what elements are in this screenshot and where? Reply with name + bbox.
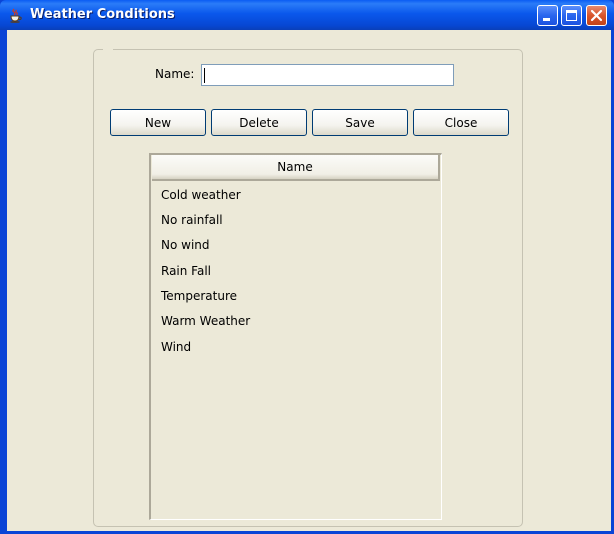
list-item[interactable]: No rainfall bbox=[161, 213, 223, 227]
maximize-icon bbox=[566, 10, 577, 21]
list-item[interactable]: Warm Weather bbox=[161, 314, 250, 328]
list-item[interactable]: Rain Fall bbox=[161, 264, 211, 278]
save-button[interactable]: Save bbox=[312, 109, 408, 136]
text-caret bbox=[204, 68, 205, 83]
new-button[interactable]: New bbox=[110, 109, 206, 136]
name-input[interactable] bbox=[201, 64, 454, 86]
list-item[interactable]: Wind bbox=[161, 340, 191, 354]
list-item[interactable]: Temperature bbox=[161, 289, 237, 303]
app-window: Weather Conditions Name: New Delete Save… bbox=[0, 0, 614, 534]
list-item[interactable]: No wind bbox=[161, 238, 210, 252]
minimize-button[interactable] bbox=[537, 5, 558, 26]
delete-button[interactable]: Delete bbox=[211, 109, 307, 136]
window-client-area: Name: New Delete Save Close Name Cold we… bbox=[7, 30, 611, 531]
column-header-name[interactable]: Name bbox=[152, 155, 440, 181]
list-item[interactable]: Cold weather bbox=[161, 188, 241, 202]
minimize-icon bbox=[543, 18, 550, 21]
java-cup-icon bbox=[10, 8, 22, 23]
conditions-list[interactable] bbox=[149, 153, 442, 520]
group-box-label-gap bbox=[103, 47, 113, 51]
close-button[interactable]: Close bbox=[413, 109, 509, 136]
title-bar[interactable]: Weather Conditions bbox=[0, 0, 614, 30]
name-label: Name: bbox=[155, 67, 195, 81]
window-title: Weather Conditions bbox=[30, 7, 175, 22]
close-window-button[interactable] bbox=[586, 5, 607, 26]
close-icon bbox=[590, 9, 603, 22]
maximize-button[interactable] bbox=[561, 5, 582, 26]
